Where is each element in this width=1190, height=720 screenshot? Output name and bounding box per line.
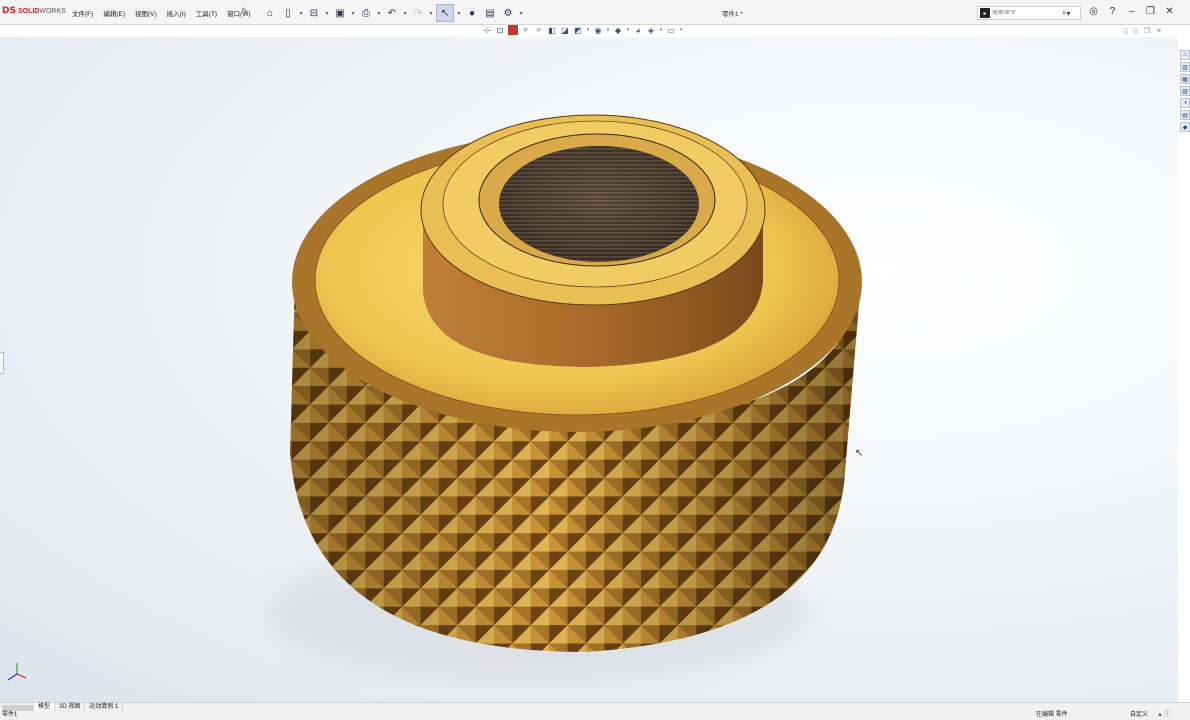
zoom-to-fit-icon[interactable]: ⊹ (482, 25, 492, 35)
view-palette-icon[interactable]: ▨ (1180, 86, 1190, 96)
select-dropdown-icon[interactable]: ▾ (456, 10, 462, 17)
open-icon[interactable]: ⊟ (306, 5, 322, 21)
design-library-icon[interactable]: ▥ (1180, 62, 1190, 72)
menu-tools[interactable]: 工具(T) (196, 8, 217, 18)
solidworks-forum-icon[interactable]: ◆ (1180, 122, 1190, 132)
menu-file[interactable]: 文件(F) (72, 8, 93, 18)
knurled-nut-model[interactable] (255, 92, 895, 692)
display-manager-icon[interactable]: ◈ (646, 25, 656, 35)
document-title: 零件1 * (722, 11, 743, 18)
print-icon[interactable]: ⎙ (358, 5, 374, 21)
resources-icon[interactable]: ⌂ (1180, 50, 1190, 60)
mouse-cursor-icon: ↖ (855, 448, 864, 459)
view-settings-icon[interactable]: ◕ (633, 25, 643, 35)
viewport-minimize-icon[interactable]: ▯ (1134, 27, 1138, 35)
previous-view-icon[interactable] (508, 25, 518, 35)
minimize-icon[interactable]: – (1124, 4, 1139, 19)
undo-dropdown-icon[interactable]: ▾ (402, 10, 408, 17)
status-extra-icons[interactable]: ▲ ⓘ (1157, 711, 1171, 720)
status-units[interactable]: 自定义 (1130, 711, 1148, 720)
open-dropdown-icon[interactable]: ▾ (324, 10, 330, 17)
heads-up-view-toolbar: ⊹ ⊡ ⌕ ⌕ ◧ ◪ ◩ ▾ ◉ ▾ ◆ ▾ ◕ ◈ ▾ ▭ ▾ (482, 25, 683, 35)
file-explorer-icon[interactable]: ▦ (1180, 74, 1190, 84)
close-icon[interactable]: ✕ (1162, 4, 1177, 19)
status-part-name: 零件1 (2, 712, 18, 718)
options-gear-icon[interactable]: ⚙ (500, 5, 516, 21)
viewport-close-icon[interactable]: ✕ (1156, 27, 1162, 35)
restore-icon[interactable]: ❐ (1143, 4, 1158, 19)
status-edit-mode: 在编辑 零件 (1036, 712, 1068, 718)
viewport-window-controls: ▯ ▯ ❐ ✕ (1124, 27, 1162, 35)
new-document-icon[interactable]: ▯ (280, 5, 296, 21)
display-style-icon[interactable]: ◪ (560, 25, 570, 35)
menu-insert[interactable]: 插入(I) (167, 8, 186, 18)
dynamic-annotation-icon[interactable]: ⌕ (534, 25, 544, 35)
command-search-icon[interactable]: ▸ (980, 8, 990, 18)
custom-properties-icon[interactable]: ▤ (1180, 110, 1190, 120)
file-properties-icon[interactable]: ▤ (482, 5, 498, 21)
user-icon[interactable]: ◎ (1086, 4, 1101, 19)
view-orientation-icon[interactable]: ◧ (547, 25, 557, 35)
search-box: ▸ ⌕ ▾ (977, 6, 1081, 20)
appearances-icon[interactable]: ◑ (1180, 98, 1190, 108)
select-arrow-icon[interactable]: ↖ (436, 4, 454, 22)
ds-logo-icon: DS (2, 6, 16, 16)
search-dropdown-icon[interactable]: ▾ (1066, 9, 1070, 18)
hide-show-items-icon[interactable]: ◩ (573, 25, 583, 35)
undo-icon[interactable]: ↶ (384, 5, 400, 21)
quick-access-toolbar: ⌂ ▯ ▾ ⊟ ▾ ▣ ▾ ⎙ ▾ ↶ ▾ ↷ ▾ ↖ ▾ ● ▤ ⚙ ▾ (262, 4, 524, 22)
menu-bar: 文件(F) 编辑(E) 视图(V) 插入(I) 工具(T) 窗口(W) (72, 8, 251, 18)
new-dropdown-icon[interactable]: ▾ (298, 10, 304, 17)
viewport-split-icon[interactable]: ▯ (1124, 27, 1128, 35)
save-dropdown-icon[interactable]: ▾ (350, 10, 356, 17)
menu-edit[interactable]: 编辑(E) (103, 8, 125, 18)
apply-scene-icon[interactable]: ◆ (613, 25, 623, 35)
rebuild-icon[interactable]: ● (464, 5, 480, 21)
status-bar: 零件1 在编辑 零件 自定义 ▲ ⓘ (0, 711, 1190, 720)
tab-scroll-arrows-icon[interactable] (2, 704, 34, 711)
section-view-icon[interactable]: ⌕ (521, 25, 531, 35)
redo-dropdown-icon[interactable]: ▾ (428, 10, 434, 17)
feature-manager-collapse-handle[interactable] (0, 352, 4, 374)
logo-brand-text: SOLID (17, 7, 40, 15)
search-input[interactable] (992, 10, 1062, 16)
redo-icon[interactable]: ↷ (410, 5, 426, 21)
task-pane-tabs: ⌂ ▥ ▦ ▨ ◑ ▤ ◆ (1180, 50, 1190, 132)
reference-triad-icon (7, 663, 27, 681)
monitor-icon[interactable]: ▭ (666, 25, 676, 35)
menu-view[interactable]: 视图(V) (135, 8, 157, 18)
title-bar: DS SOLIDWORKS 文件(F) 编辑(E) 视图(V) 插入(I) 工具… (0, 0, 1190, 25)
logo-brand-text-2: WORKS (39, 7, 66, 15)
options-dropdown-icon[interactable]: ▾ (518, 10, 524, 17)
viewport-restore-icon[interactable]: ❐ (1144, 27, 1150, 35)
save-icon[interactable]: ▣ (332, 5, 348, 21)
edit-appearance-icon[interactable]: ◉ (593, 25, 603, 35)
pin-menu-icon[interactable]: ✎ (241, 6, 249, 17)
help-icon[interactable]: ? (1105, 4, 1120, 19)
home-icon[interactable]: ⌂ (262, 5, 278, 21)
window-controls: ◎ ? – ❐ ✕ (1086, 4, 1177, 19)
solidworks-logo[interactable]: DS SOLIDWORKS (2, 6, 66, 16)
zoom-to-area-icon[interactable]: ⊡ (495, 25, 505, 35)
print-dropdown-icon[interactable]: ▾ (376, 10, 382, 17)
